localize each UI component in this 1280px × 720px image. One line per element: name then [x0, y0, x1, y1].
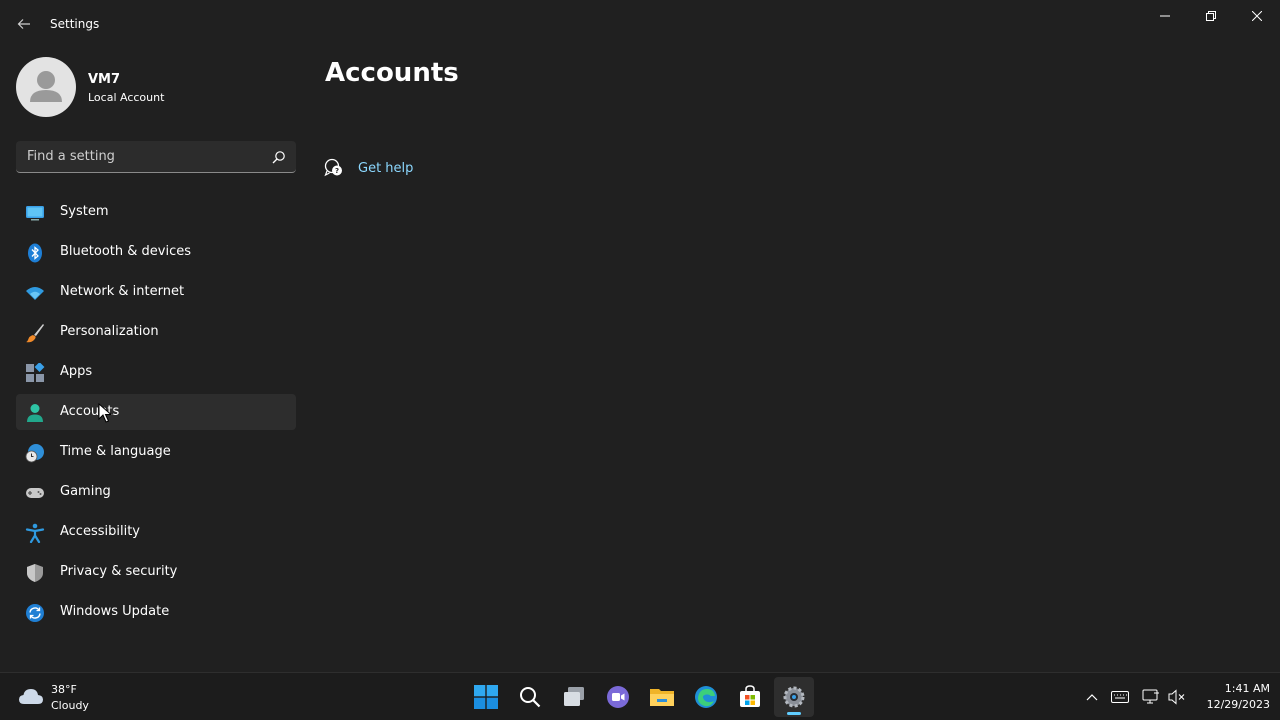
start-button[interactable]: [466, 677, 506, 717]
user-name: VM7: [88, 72, 121, 87]
weather-widget[interactable]: 38°F Cloudy: [14, 681, 124, 715]
apps-icon: [25, 363, 45, 383]
sidebar-item-system[interactable]: System: [16, 194, 296, 230]
update-icon: [25, 603, 45, 623]
search-input[interactable]: [16, 141, 261, 172]
sidebar-item-gaming[interactable]: Gaming: [16, 474, 296, 510]
sidebar-item-label: Network & internet: [60, 284, 185, 299]
svg-text:?: ?: [335, 167, 339, 175]
close-icon: [1252, 11, 1262, 21]
accessibility-icon: [25, 523, 45, 543]
close-button[interactable]: [1234, 0, 1280, 32]
keyboard-tray-button[interactable]: [1110, 687, 1130, 707]
back-button[interactable]: [10, 10, 38, 38]
sidebar-item-label: System: [60, 204, 109, 219]
active-app-indicator: [787, 712, 801, 715]
volume-tray-button[interactable]: [1167, 687, 1187, 707]
sidebar-item-bluetooth[interactable]: Bluetooth & devices: [16, 234, 296, 270]
app-title: Settings: [50, 17, 100, 31]
settings-taskbar-button[interactable]: [774, 677, 814, 717]
user-placeholder-icon: [30, 71, 62, 102]
sidebar-item-windows-update[interactable]: Windows Update: [16, 594, 296, 630]
system-icon: [25, 203, 45, 223]
sidebar-item-apps[interactable]: Apps: [16, 354, 296, 390]
get-help-label: Get help: [358, 160, 414, 176]
minimize-icon: [1160, 15, 1170, 17]
taskbar: 38°F Cloudy 1:41 AM 12/29/2023: [0, 672, 1280, 720]
mouse-cursor-icon: [98, 403, 112, 423]
network-tray-button[interactable]: [1141, 687, 1161, 707]
sidebar-item-label: Privacy & security: [60, 564, 178, 579]
sidebar-item-label: Bluetooth & devices: [60, 244, 191, 259]
search-box: [16, 141, 296, 173]
bluetooth-icon: [25, 243, 45, 263]
settings-icon: [783, 686, 805, 708]
brush-icon: [25, 323, 45, 343]
chat-icon: [607, 686, 629, 708]
sidebar-item-accounts[interactable]: Accounts: [16, 394, 296, 430]
task-view-icon: [564, 687, 584, 706]
sidebar-item-network[interactable]: Network & internet: [16, 274, 296, 310]
sidebar-item-label: Gaming: [60, 484, 111, 499]
file-explorer-button[interactable]: [642, 677, 682, 717]
show-hidden-icons-button[interactable]: [1082, 687, 1102, 707]
store-button[interactable]: [730, 677, 770, 717]
sidebar-item-label: Apps: [60, 364, 93, 379]
taskbar-search-button[interactable]: [510, 677, 550, 717]
sidebar-item-accessibility[interactable]: Accessibility: [16, 514, 296, 550]
chat-button[interactable]: [598, 677, 638, 717]
sidebar-nav: System Bluetooth & devices Network & int…: [16, 194, 296, 634]
gamepad-icon: [25, 483, 45, 503]
person-icon: [25, 403, 45, 423]
edge-button[interactable]: [686, 677, 726, 717]
clock-time: 1:41 AM: [1224, 682, 1270, 695]
help-chat-icon: ?: [324, 158, 344, 178]
search-icon: [520, 687, 541, 708]
sidebar-item-label: Accessibility: [60, 524, 140, 539]
weather-condition: Cloudy: [51, 699, 89, 712]
weather-temperature: 38°F: [51, 683, 77, 696]
file-explorer-icon: [650, 689, 674, 706]
sidebar-item-privacy-security[interactable]: Privacy & security: [16, 554, 296, 590]
account-type: Local Account: [88, 91, 165, 104]
cloudy-icon: [19, 689, 43, 704]
store-icon: [740, 685, 760, 707]
globe-clock-icon: [25, 443, 45, 463]
start-icon: [474, 685, 498, 709]
chevron-up-icon: [1086, 694, 1098, 701]
back-arrow-icon: [17, 19, 30, 29]
sidebar-item-personalization[interactable]: Personalization: [16, 314, 296, 350]
search-icon[interactable]: [272, 150, 286, 164]
sidebar-item-label: Time & language: [60, 444, 171, 459]
system-clock[interactable]: 1:41 AM 12/29/2023: [1190, 681, 1270, 713]
get-help-link[interactable]: ? Get help: [324, 156, 413, 180]
volume-muted-icon: [1168, 689, 1185, 705]
minimize-button[interactable]: [1142, 0, 1188, 32]
edge-icon: [695, 686, 717, 708]
restore-icon: [1206, 11, 1216, 21]
task-view-button[interactable]: [554, 677, 594, 717]
shield-icon: [25, 563, 45, 583]
wifi-icon: [25, 283, 45, 303]
title-bar: Settings: [0, 0, 1280, 48]
network-display-icon: [1142, 689, 1159, 704]
keyboard-icon: [1111, 691, 1129, 703]
sidebar-item-label: Windows Update: [60, 604, 170, 619]
page-title: Accounts: [325, 58, 459, 88]
settings-window: Settings VM7 Local Account System: [0, 0, 1280, 672]
clock-date: 12/29/2023: [1206, 698, 1270, 711]
restore-button[interactable]: [1188, 0, 1234, 32]
sidebar-item-time-language[interactable]: Time & language: [16, 434, 296, 470]
sidebar-item-label: Personalization: [60, 324, 159, 339]
avatar[interactable]: [16, 57, 76, 117]
